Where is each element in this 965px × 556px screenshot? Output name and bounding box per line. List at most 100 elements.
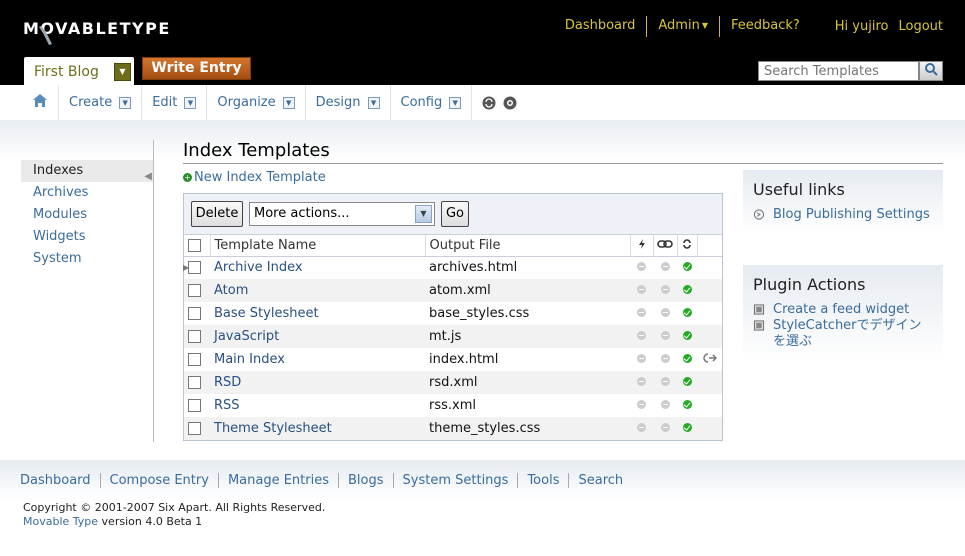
footer-link-manage-entries[interactable]: Manage Entries (228, 473, 339, 488)
template-name-link[interactable]: RSS (214, 398, 240, 413)
sidebar-item-indexes[interactable]: Indexes ◀ (21, 160, 154, 182)
output-file: rsd.xml (425, 371, 630, 394)
useful-links-widget: Useful links Blog Publishing Settings (743, 170, 943, 235)
not-linked-icon (660, 308, 670, 317)
rebuild-icon[interactable] (482, 96, 496, 110)
menu-edit[interactable]: Edit ▼ (141, 85, 206, 120)
footer-nav: Dashboard Compose Entry Manage Entries B… (20, 473, 641, 488)
not-dynamic-icon (637, 331, 646, 340)
publish-icon (630, 235, 654, 257)
template-name-link[interactable]: Theme Stylesheet (214, 421, 332, 436)
chevron-down-icon: ▼ (415, 205, 432, 223)
actions-bar: Delete More actions... ▼ Go (184, 194, 722, 235)
output-file: rss.xml (425, 394, 630, 417)
not-linked-icon (660, 331, 670, 340)
output-file: atom.xml (425, 279, 630, 302)
sidebar: Indexes ◀ Archives Modules Widgets System (21, 160, 154, 270)
not-dynamic-icon (637, 423, 646, 432)
footer-link-search[interactable]: Search (578, 473, 632, 488)
sidebar-item-widgets[interactable]: Widgets (21, 226, 154, 248)
not-linked-icon (660, 377, 670, 386)
not-linked-icon (660, 354, 670, 363)
row-checkbox[interactable] (188, 422, 201, 435)
templates-table-box: Delete More actions... ▼ Go Template Name… (183, 193, 723, 441)
published-check-icon (682, 377, 692, 386)
new-index-template-link[interactable]: + New Index Template (183, 170, 326, 185)
select-all-checkbox[interactable] (188, 238, 201, 252)
menu-config[interactable]: Config ▼ (389, 85, 472, 120)
published-check-icon (682, 308, 692, 317)
home-icon[interactable] (24, 93, 58, 112)
footer-link-dashboard[interactable]: Dashboard (20, 473, 101, 488)
row-checkbox[interactable] (188, 307, 201, 320)
feedback-link[interactable]: Feedback? (720, 17, 811, 37)
row-checkbox[interactable] (188, 376, 201, 389)
chevron-down-icon: ▼ (184, 96, 197, 109)
main-content: Indexes ◀ Archives Modules Widgets System… (0, 120, 965, 460)
template-name-link[interactable]: Archive Index (214, 260, 303, 275)
arrow-left-icon: ◀ (144, 171, 152, 182)
table-row: RSS rss.xml (184, 394, 722, 417)
sidebar-item-archives[interactable]: Archives (21, 182, 154, 204)
published-check-icon (682, 331, 692, 340)
search-box (758, 61, 943, 81)
search-input[interactable] (758, 61, 919, 81)
sidebar-item-modules[interactable]: Modules (21, 204, 154, 226)
not-dynamic-icon (637, 308, 646, 317)
plugin-icon (753, 304, 765, 315)
menu-design[interactable]: Design ▼ (304, 85, 390, 120)
template-name-link[interactable]: Atom (214, 283, 248, 298)
row-checkbox[interactable] (188, 399, 201, 412)
plugin-icon (753, 320, 765, 331)
templates-table: Template Name Output File ▶ Archive Index… (183, 235, 722, 440)
admin-menu[interactable]: Admin ▼ (647, 17, 719, 37)
header-bar: MOVABLETYPE Dashboard Admin ▼ Feedback? H… (0, 0, 965, 85)
not-linked-icon (660, 400, 670, 409)
chevron-down-icon[interactable]: ▼ (114, 63, 131, 81)
row-checkbox[interactable] (188, 261, 201, 275)
delete-button[interactable]: Delete (191, 201, 243, 227)
user-greeting[interactable]: Hi yujiro (835, 19, 899, 34)
row-pointer-icon: ▶ (183, 262, 190, 272)
footer-link-compose-entry[interactable]: Compose Entry (110, 473, 219, 488)
row-checkbox[interactable] (188, 284, 201, 297)
not-linked-icon (660, 262, 670, 272)
published-check-icon (682, 423, 692, 432)
dashboard-link[interactable]: Dashboard (554, 17, 647, 37)
search-icon (925, 63, 938, 76)
blog-selector[interactable]: First Blog ▼ (24, 57, 134, 85)
search-button[interactable] (919, 61, 943, 81)
published-check-icon (682, 400, 692, 409)
output-file: index.html (425, 348, 630, 371)
menu-create[interactable]: Create ▼ (58, 85, 141, 120)
sidebar-item-system[interactable]: System (21, 248, 154, 270)
template-name-link[interactable]: RSD (214, 375, 241, 390)
write-entry-button[interactable]: Write Entry (142, 57, 251, 80)
template-name-link[interactable]: Base Stylesheet (214, 306, 319, 321)
menu-organize[interactable]: Organize ▼ (206, 85, 304, 120)
view-site-icon[interactable] (503, 96, 517, 110)
published-check-icon (682, 285, 692, 294)
template-name-link[interactable]: Main Index (214, 352, 285, 367)
footer-link-blogs[interactable]: Blogs (348, 473, 394, 488)
footer-link-tools[interactable]: Tools (527, 473, 570, 488)
link-arrow-icon[interactable] (702, 353, 717, 363)
chevron-down-icon: ▼ (119, 96, 132, 109)
footer-link-system-settings[interactable]: System Settings (403, 473, 519, 488)
col-output-file[interactable]: Output File (425, 235, 631, 257)
go-button[interactable]: Go (441, 201, 469, 227)
more-actions-select[interactable]: More actions... ▼ (249, 202, 435, 226)
movable-type-link[interactable]: Movable Type (23, 515, 98, 528)
create-feed-widget-link[interactable]: Create a feed widget (753, 302, 933, 318)
movabletype-logo[interactable]: MOVABLETYPE (23, 19, 171, 45)
row-checkbox[interactable] (188, 353, 201, 366)
not-dynamic-icon (637, 285, 646, 294)
stylecatcher-link[interactable]: StyleCatcherでデザインを選ぶ (753, 318, 933, 350)
row-checkbox[interactable] (188, 330, 201, 343)
template-name-link[interactable]: JavaScript (214, 329, 279, 344)
logout-link[interactable]: Logout (898, 19, 943, 34)
blog-publishing-settings-link[interactable]: Blog Publishing Settings (753, 207, 933, 223)
link-icon (653, 235, 678, 257)
col-template-name[interactable]: Template Name (210, 235, 426, 257)
published-check-icon (682, 262, 692, 272)
